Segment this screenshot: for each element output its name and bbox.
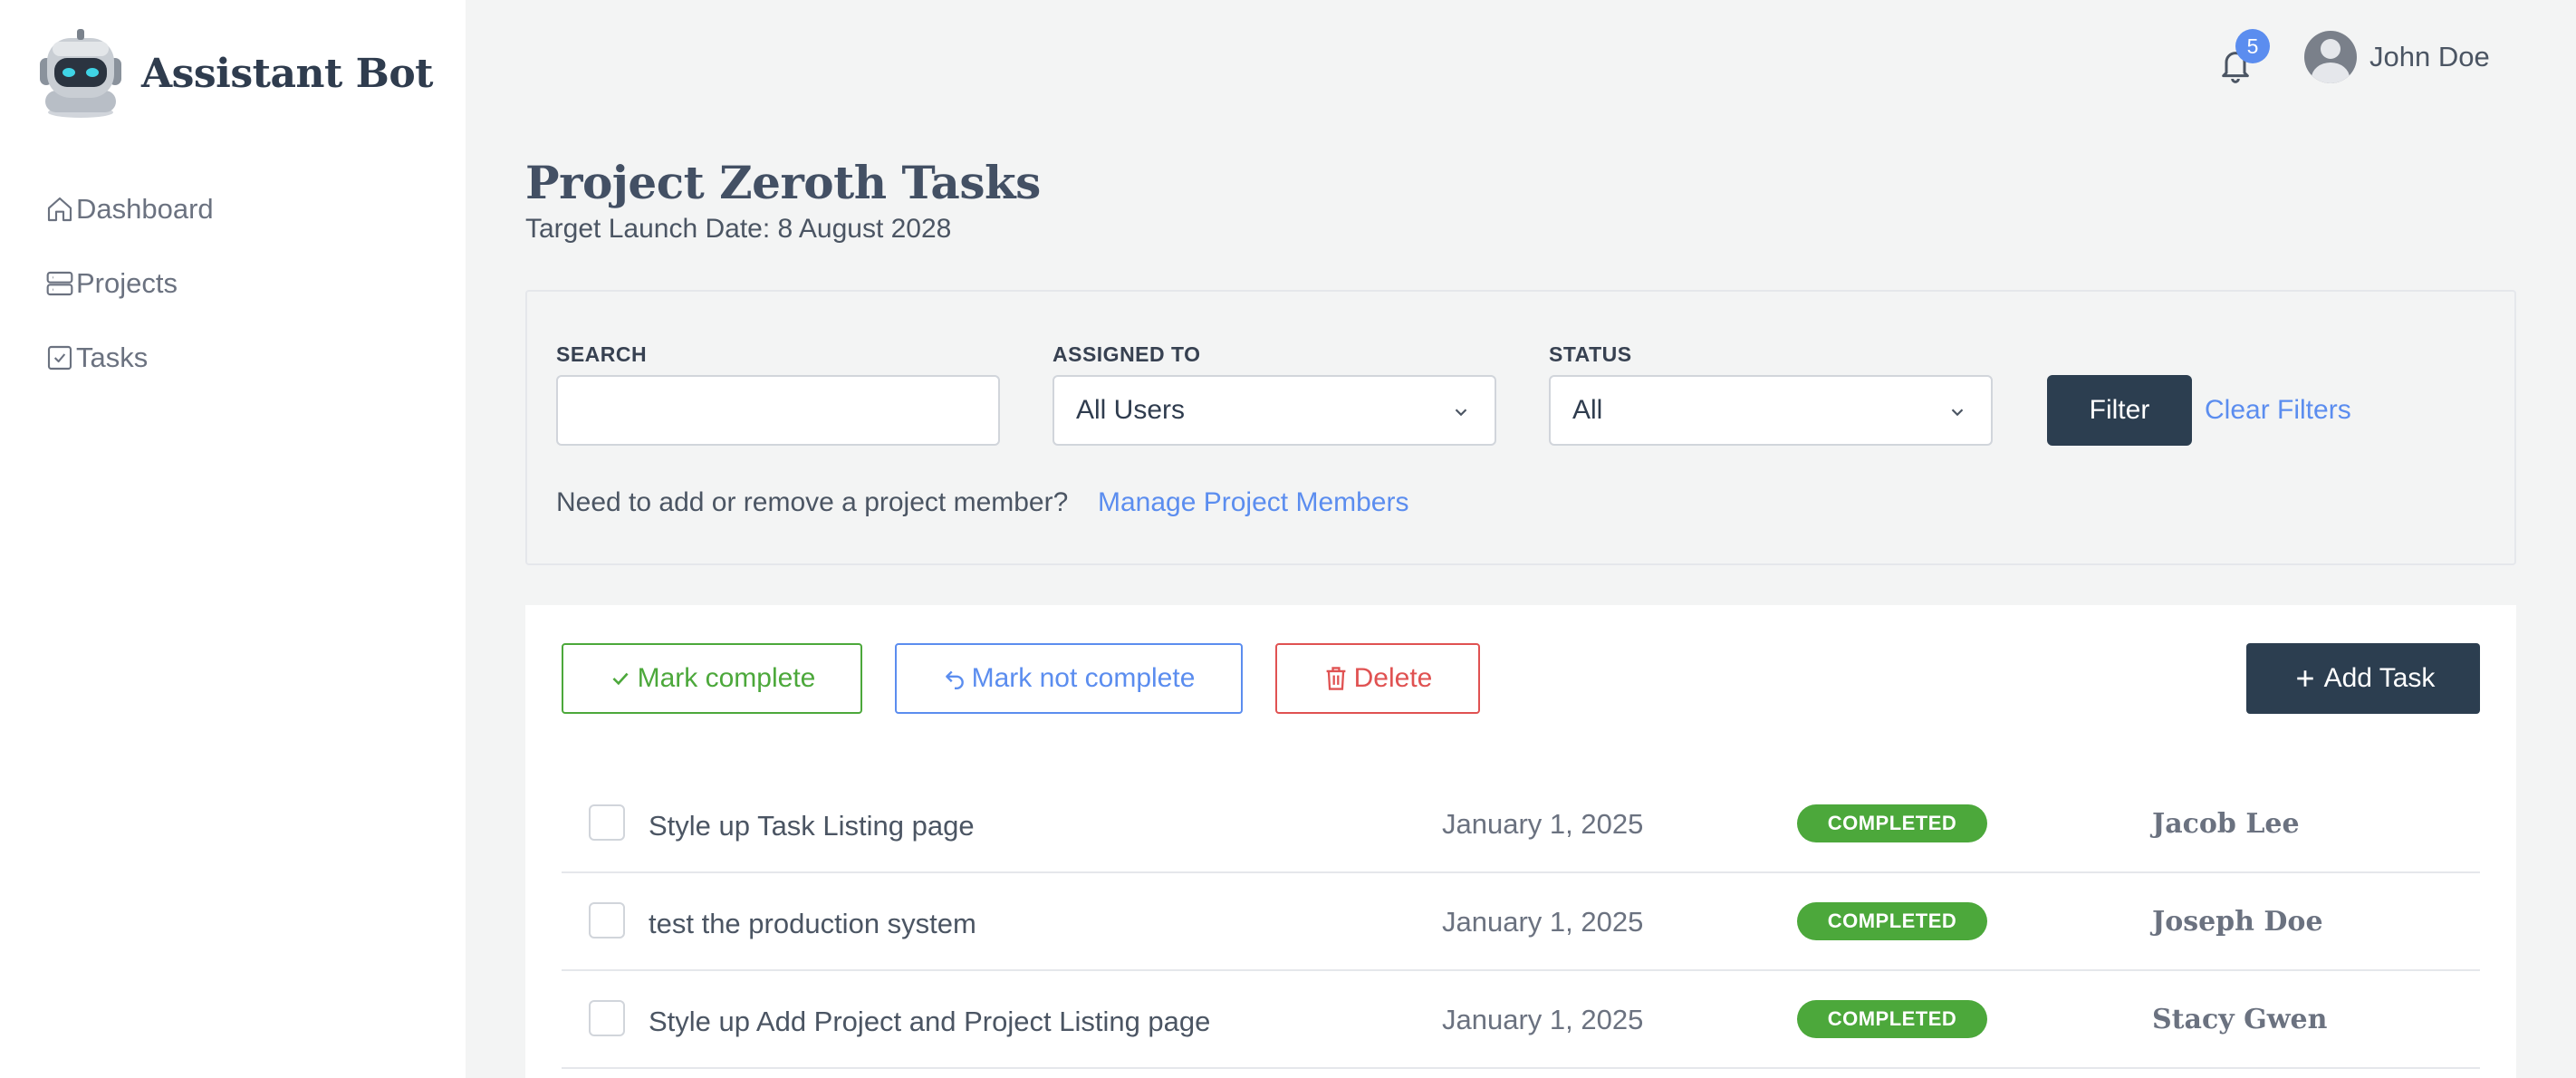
trash-icon	[1326, 667, 1346, 690]
delete-button[interactable]: Delete	[1275, 643, 1480, 714]
task-date: January 1, 2025	[1442, 906, 1644, 938]
task-date: January 1, 2025	[1442, 1004, 1644, 1035]
task-list: Style up Task Listing page January 1, 20…	[562, 775, 2480, 1069]
table-row[interactable]: Style up Task Listing page January 1, 20…	[562, 775, 2480, 873]
check-square-icon	[47, 345, 72, 371]
sidebar-item-label: Dashboard	[76, 193, 214, 225]
task-panel: Mark complete Mark not complete Delete A…	[525, 605, 2516, 1078]
task-date: January 1, 2025	[1442, 808, 1644, 840]
table-row[interactable]: Style up Add Project and Project Listing…	[562, 971, 2480, 1069]
mark-not-complete-button[interactable]: Mark not complete	[895, 643, 1243, 714]
home-icon	[47, 197, 72, 222]
clear-filters-link[interactable]: Clear Filters	[2205, 395, 2351, 426]
task-title[interactable]: test the production system	[649, 908, 976, 940]
avatar	[2304, 31, 2357, 83]
search-input[interactable]	[556, 375, 1000, 446]
task-assignee: Joseph Doe	[2152, 906, 2323, 938]
task-checkbox[interactable]	[589, 804, 625, 841]
notifications-button[interactable]: 5	[2216, 29, 2270, 91]
status-value: All	[1572, 395, 1603, 425]
page-subtitle: Target Launch Date: 8 August 2028	[525, 214, 952, 244]
server-icon	[46, 271, 73, 296]
task-assignee: Stacy Gwen	[2152, 1004, 2328, 1035]
task-checkbox[interactable]	[589, 902, 625, 938]
table-row[interactable]: test the production system January 1, 20…	[562, 873, 2480, 971]
chevron-down-icon	[1455, 409, 1467, 417]
user-menu[interactable]: John Doe	[2304, 31, 2490, 83]
robot-icon	[40, 29, 121, 118]
status-badge: COMPLETED	[1797, 1000, 1987, 1038]
add-task-button[interactable]: Add Task	[2246, 643, 2480, 714]
mark-complete-button[interactable]: Mark complete	[562, 643, 862, 714]
assigned-select[interactable]: All Users	[1053, 375, 1496, 446]
task-assignee: Jacob Lee	[2152, 808, 2300, 840]
status-badge: COMPLETED	[1797, 902, 1987, 940]
brand[interactable]: Assistant Bot	[33, 27, 434, 120]
sidebar: Assistant Bot Dashboard Projects Tasks	[0, 0, 466, 1078]
brand-name: Assistant Bot	[141, 50, 434, 97]
sidebar-item-tasks[interactable]: Tasks	[45, 321, 214, 395]
sidebar-item-dashboard[interactable]: Dashboard	[45, 172, 214, 246]
add-task-label: Add Task	[2323, 663, 2436, 693]
mark-complete-label: Mark complete	[637, 663, 816, 693]
task-title[interactable]: Style up Add Project and Project Listing…	[649, 1006, 1210, 1038]
sidebar-item-projects[interactable]: Projects	[45, 246, 214, 321]
status-select[interactable]: All	[1549, 375, 1993, 446]
check-icon	[612, 672, 629, 686]
manage-members-link[interactable]: Manage Project Members	[1098, 487, 1408, 518]
sidebar-item-label: Tasks	[76, 342, 149, 373]
delete-label: Delete	[1353, 663, 1433, 693]
plus-icon	[2296, 670, 2313, 687]
notification-badge: 5	[2235, 29, 2270, 63]
assigned-label: ASSIGNED TO	[1053, 342, 1201, 366]
filter-panel: SEARCH ASSIGNED TO All Users STATUS All …	[525, 290, 2516, 565]
status-badge: COMPLETED	[1797, 804, 1987, 842]
chevron-down-icon	[1951, 409, 1964, 417]
sidebar-nav: Dashboard Projects Tasks	[45, 172, 214, 395]
member-help-text: Need to add or remove a project member?	[556, 487, 1069, 517]
undo-icon	[945, 670, 964, 690]
task-title[interactable]: Style up Task Listing page	[649, 810, 975, 842]
page-title: Project Zeroth Tasks	[525, 156, 1041, 209]
sidebar-item-label: Projects	[76, 267, 178, 299]
filter-button[interactable]: Filter	[2047, 375, 2192, 446]
status-label: STATUS	[1549, 342, 1632, 366]
task-checkbox[interactable]	[589, 1000, 625, 1036]
assigned-value: All Users	[1076, 395, 1186, 425]
user-name: John Doe	[2369, 41, 2490, 72]
search-label: SEARCH	[556, 342, 648, 366]
mark-not-complete-label: Mark not complete	[971, 663, 1196, 693]
